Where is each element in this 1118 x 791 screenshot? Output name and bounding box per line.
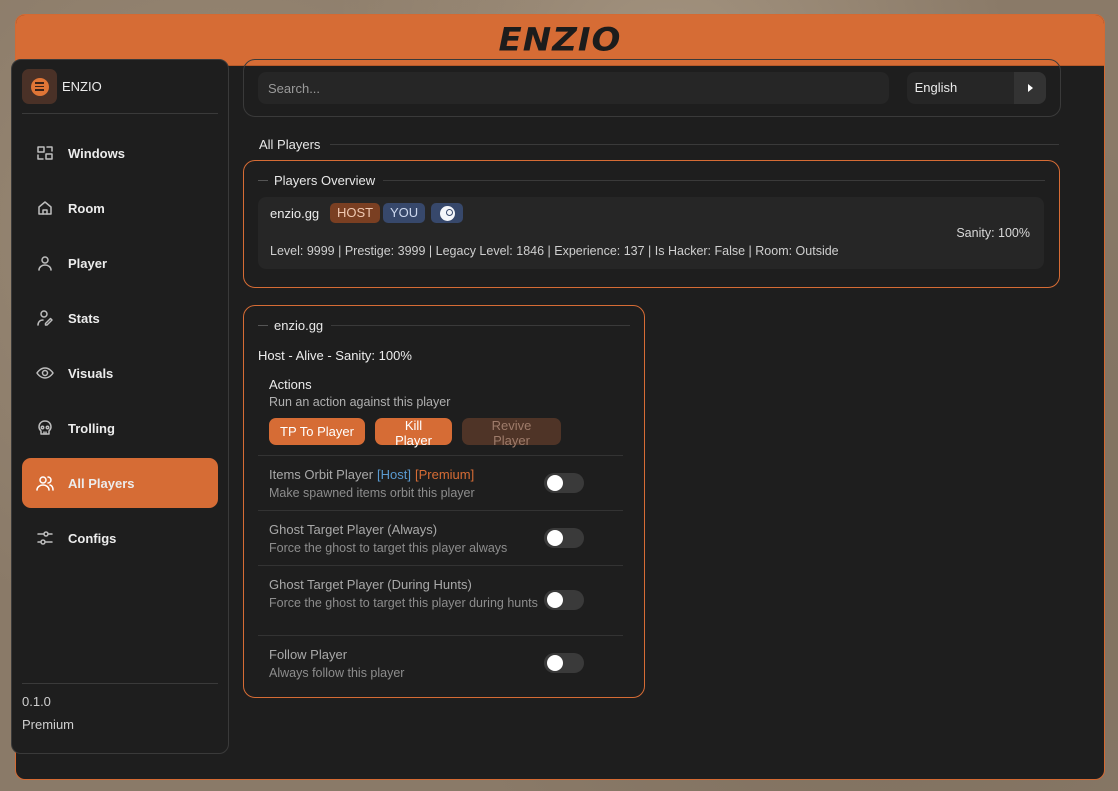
sidebar-item-label: Trolling bbox=[68, 420, 115, 436]
card-header: Players Overview bbox=[258, 173, 1045, 188]
sidebar-item-configs[interactable]: Configs bbox=[22, 513, 218, 563]
language-select[interactable]: English bbox=[906, 72, 1046, 104]
card-header: enzio.gg bbox=[258, 318, 630, 333]
sidebar-nav: Windows Room Player Stats Visuals Trolli… bbox=[22, 128, 218, 568]
premium-tag: [Premium] bbox=[415, 467, 475, 482]
steam-badge bbox=[431, 203, 463, 223]
sidebar-item-all-players[interactable]: All Players bbox=[22, 458, 218, 508]
revive-player-button[interactable]: Revive Player bbox=[462, 418, 561, 448]
language-value: English bbox=[914, 80, 958, 95]
language-apply-button[interactable] bbox=[1014, 72, 1046, 104]
kill-player-button[interactable]: Kill Player bbox=[375, 418, 452, 448]
items-orbit-toggle[interactable] bbox=[544, 473, 584, 493]
option-description: Make spawned items orbit this player bbox=[269, 486, 475, 500]
player-sanity: Sanity: 100% bbox=[956, 226, 1030, 240]
player-row[interactable]: enzio.gg HOST YOU Sanity: 100% Level: 99… bbox=[258, 197, 1044, 269]
users-icon bbox=[36, 476, 54, 491]
actions-subtitle: Run an action against this player bbox=[269, 395, 451, 409]
option-title: Items Orbit Player [Host] [Premium] bbox=[269, 467, 475, 482]
sidebar: ENZIO Windows Room Player Stats Visuals … bbox=[11, 59, 229, 754]
host-badge: HOST bbox=[330, 203, 381, 223]
option-ghost-target-hunts: Ghost Target Player (During Hunts) Force… bbox=[258, 565, 623, 635]
sidebar-header: ENZIO bbox=[22, 60, 218, 114]
section-title: All Players bbox=[259, 137, 321, 152]
section-header: All Players bbox=[259, 137, 1059, 152]
sidebar-item-visuals[interactable]: Visuals bbox=[22, 348, 218, 398]
tier-label: Premium bbox=[22, 717, 75, 732]
sidebar-item-label: Visuals bbox=[68, 365, 114, 381]
section-divider bbox=[330, 144, 1059, 145]
players-overview-card: Players Overview enzio.gg HOST YOU Sanit… bbox=[243, 160, 1060, 288]
option-follow-player: Follow Player Always follow this player bbox=[258, 635, 623, 690]
sliders-icon bbox=[37, 531, 53, 545]
option-title: Ghost Target Player (During Hunts) bbox=[269, 577, 472, 592]
option-description: Force the ghost to target this player du… bbox=[269, 596, 538, 610]
option-description: Force the ghost to target this player al… bbox=[269, 541, 508, 555]
search-input[interactable] bbox=[258, 72, 889, 104]
sidebar-item-label: Configs bbox=[68, 530, 117, 546]
sidebar-item-label: Room bbox=[68, 200, 105, 216]
tp-to-player-button[interactable]: TP To Player bbox=[269, 418, 365, 445]
app-name: ENZIO bbox=[62, 79, 102, 94]
app-icon bbox=[22, 69, 57, 104]
card-title: enzio.gg bbox=[274, 318, 324, 333]
option-title: Ghost Target Player (Always) bbox=[269, 522, 438, 537]
player-stats: Level: 9999 | Prestige: 3999 | Legacy Le… bbox=[270, 244, 839, 258]
sidebar-item-label: Windows bbox=[68, 145, 125, 161]
ghost-target-always-toggle[interactable] bbox=[544, 528, 584, 548]
eye-icon bbox=[36, 367, 54, 379]
actions-title: Actions bbox=[269, 377, 312, 392]
option-ghost-target-always: Ghost Target Player (Always) Force the g… bbox=[258, 510, 623, 565]
you-badge: YOU bbox=[383, 203, 426, 223]
sidebar-item-label: All Players bbox=[68, 475, 135, 491]
option-description: Always follow this player bbox=[269, 666, 405, 680]
skull-icon bbox=[38, 420, 52, 435]
card-title: Players Overview bbox=[274, 173, 376, 188]
follow-player-toggle[interactable] bbox=[544, 653, 584, 673]
sidebar-item-player[interactable]: Player bbox=[22, 238, 218, 288]
option-items-orbit: Items Orbit Player [Host] [Premium] Make s… bbox=[258, 455, 623, 510]
sidebar-footer: 0.1.0 Premium bbox=[22, 683, 218, 753]
version-label: 0.1.0 bbox=[22, 694, 51, 709]
option-title: Follow Player bbox=[269, 647, 348, 662]
steam-icon bbox=[439, 205, 455, 221]
home-icon bbox=[38, 201, 52, 215]
player-status: Host - Alive - Sanity: 100% bbox=[258, 348, 412, 363]
host-tag: [Host] bbox=[377, 467, 411, 482]
sidebar-item-room[interactable]: Room bbox=[22, 183, 218, 233]
app-logo: ENZIO bbox=[498, 21, 622, 59]
user-icon bbox=[38, 256, 52, 271]
top-bar: English bbox=[243, 59, 1061, 117]
player-name: enzio.gg bbox=[270, 206, 320, 221]
sidebar-item-trolling[interactable]: Trolling bbox=[22, 403, 218, 453]
sidebar-item-label: Player bbox=[68, 255, 108, 271]
player-detail-card: enzio.gg Host - Alive - Sanity: 100% Act… bbox=[243, 305, 645, 698]
sidebar-item-stats[interactable]: Stats bbox=[22, 293, 218, 343]
ghost-target-hunts-toggle[interactable] bbox=[544, 590, 584, 610]
windows-icon bbox=[37, 146, 53, 160]
sidebar-item-label: Stats bbox=[68, 310, 100, 326]
user-edit-icon bbox=[37, 310, 53, 326]
play-arrow-icon bbox=[1027, 84, 1033, 92]
sidebar-item-windows[interactable]: Windows bbox=[22, 128, 218, 178]
